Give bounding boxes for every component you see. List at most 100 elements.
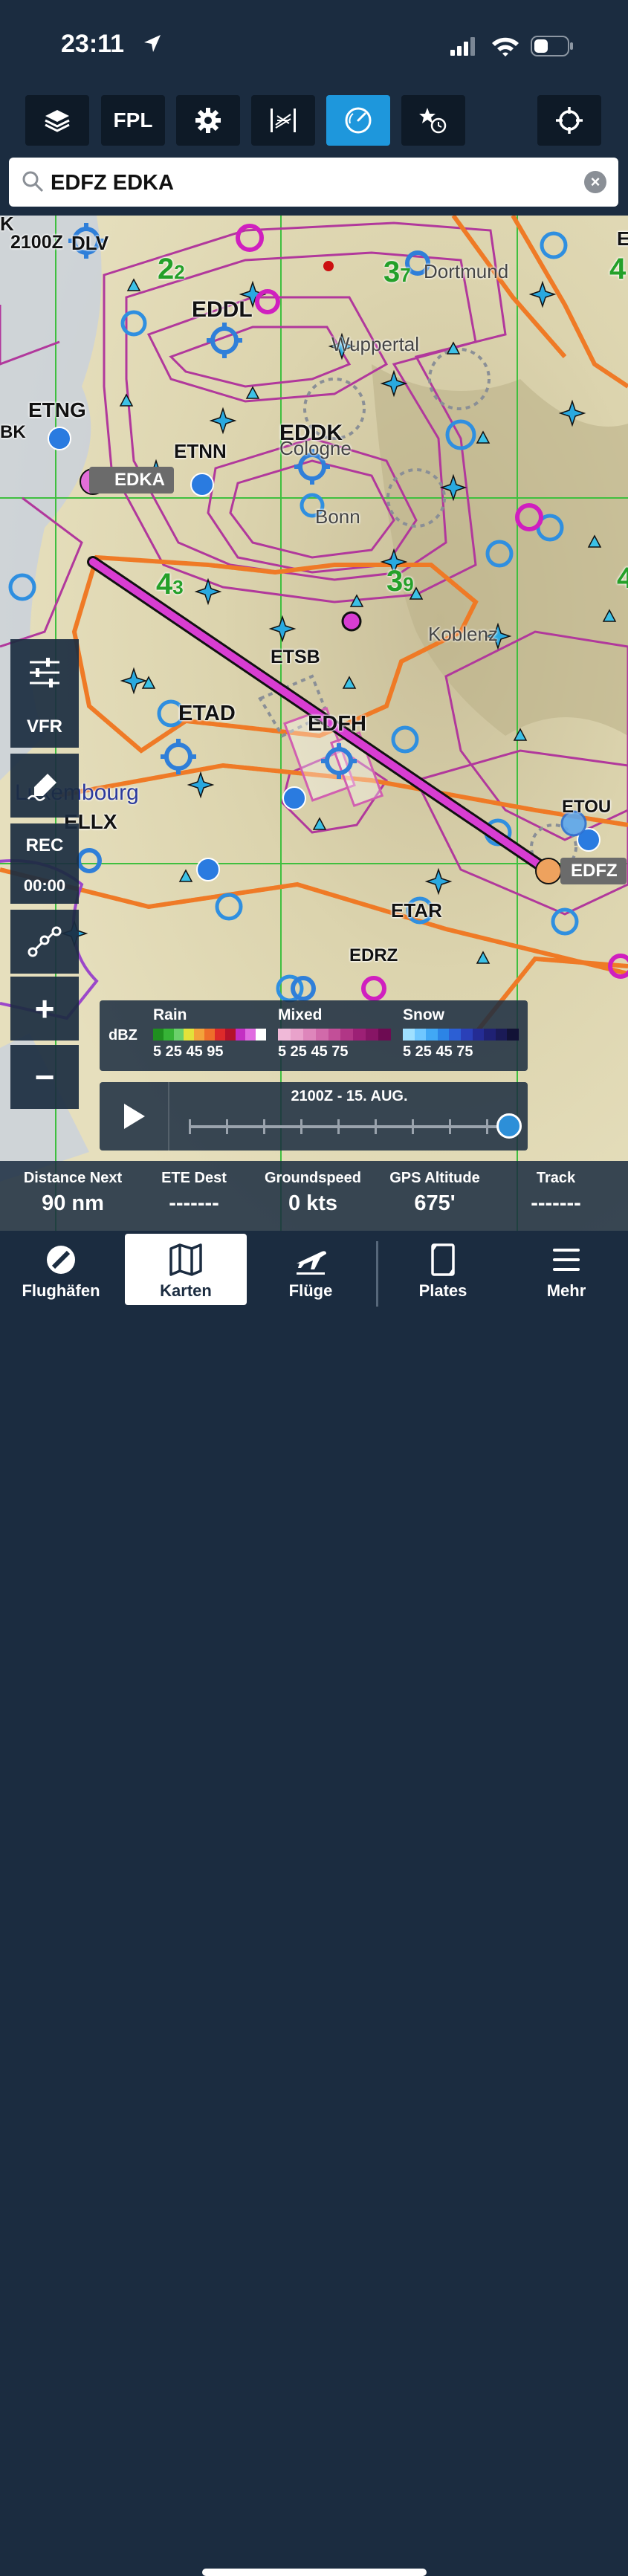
favorites-recent-button[interactable]: [401, 95, 465, 146]
slider-tick: [412, 1119, 414, 1134]
legend-rain-ticks: 5 25 45 95: [153, 1043, 224, 1060]
sliders-icon: [30, 658, 59, 687]
map-icon: [169, 1243, 202, 1276]
legend-mixed: Mixed 5 25 45 75: [278, 1006, 392, 1061]
legend-rain-bar: [153, 1029, 266, 1041]
status-bar: 23:11: [0, 0, 628, 89]
airport-label-etad[interactable]: ETAD: [178, 702, 236, 726]
legend-color-swatch: [328, 1029, 341, 1041]
mef-big: 4: [156, 568, 173, 601]
vfr-chart-button[interactable]: VFR: [10, 706, 79, 748]
record-track-button[interactable]: REC: [10, 823, 79, 868]
tab-plates[interactable]: Plates: [382, 1234, 504, 1305]
map-label-time-z: 2100Z: [10, 232, 63, 253]
zoom-in-button[interactable]: +: [10, 977, 79, 1041]
slider-tick: [189, 1119, 191, 1134]
airport-label-eddl[interactable]: EDDL: [192, 297, 253, 323]
tab-flughaefen[interactable]: Flughäfen: [0, 1234, 122, 1305]
legend-rain: Rain 5 25 45 95: [153, 1006, 266, 1061]
clear-search-button[interactable]: ×: [584, 171, 606, 193]
tab-karten[interactable]: Karten: [125, 1234, 247, 1305]
info-label: Track: [536, 1170, 576, 1186]
tab-fluege[interactable]: Flüge: [250, 1234, 372, 1305]
record-timer: 00:00: [10, 868, 79, 904]
profile-view-button[interactable]: [251, 95, 315, 146]
info-gps-altitude[interactable]: GPS Altitude 675': [379, 1170, 491, 1216]
city-label-koblenz: Koblenz: [428, 623, 498, 645]
route-tools-button[interactable]: [10, 910, 79, 974]
info-value: -------: [531, 1191, 581, 1215]
route-midpoint: [341, 611, 362, 632]
settings-button[interactable]: [176, 95, 240, 146]
slider-tick: [375, 1119, 377, 1134]
airport-label-edrz[interactable]: EDRZ: [349, 945, 398, 966]
plane-icon: [297, 1251, 326, 1275]
legend-rain-title: Rain: [153, 1006, 187, 1023]
legend-color-swatch: [214, 1029, 225, 1041]
airport-label-etar[interactable]: ETAR: [391, 899, 442, 922]
legend-color-swatch: [340, 1029, 354, 1041]
airport-label-etou[interactable]: ETOU: [562, 797, 611, 818]
legend-color-swatch: [235, 1029, 246, 1041]
pencil-scribble-icon: [27, 774, 56, 801]
legend-color-swatch: [163, 1029, 174, 1041]
tab-label: Plates: [418, 1281, 467, 1300]
mef-2-2: 22: [158, 253, 185, 286]
search-input[interactable]: [49, 164, 572, 202]
info-groundspeed[interactable]: Groundspeed 0 kts: [254, 1170, 372, 1216]
airport-label-etsb[interactable]: ETSB: [271, 647, 320, 668]
instruments-button[interactable]: [326, 95, 390, 146]
layers-button[interactable]: [25, 95, 89, 146]
legend-color-swatch: [194, 1029, 205, 1041]
wifi-icon: [492, 37, 519, 56]
info-track[interactable]: Track -------: [510, 1170, 602, 1216]
legend-snow-ticks: 5 25 45 75: [403, 1043, 473, 1060]
legend-snow-title: Snow: [403, 1006, 444, 1023]
legend-color-swatch: [353, 1029, 366, 1041]
legend-snow-bar: [403, 1029, 519, 1041]
tab-label: Mehr: [546, 1281, 586, 1300]
timeline-time-label: 2100Z - 15. AUG.: [291, 1088, 408, 1104]
fpl-label: FPL: [113, 109, 153, 132]
airport-label-etng[interactable]: ETNG: [28, 398, 86, 422]
play-button[interactable]: [100, 1082, 169, 1151]
center-location-button[interactable]: [537, 95, 601, 146]
route-nodes-icon: [27, 926, 62, 957]
layers-icon: [45, 110, 70, 132]
timeline-slider-knob[interactable]: [496, 1113, 522, 1139]
search-bar-container: ×: [0, 155, 628, 216]
zoom-out-button[interactable]: −: [10, 1045, 79, 1109]
map-settings-button[interactable]: [10, 639, 79, 706]
info-label: GPS Altitude: [389, 1170, 480, 1186]
info-ete-dest[interactable]: ETE Dest -------: [146, 1170, 242, 1216]
mef-3-7: 37: [383, 256, 411, 289]
aeronautical-map[interactable]: K 2100Z DLV EDDL Wuppertal Dortmund ETNG…: [0, 216, 628, 1231]
route-label-edfz[interactable]: EDFZ: [560, 858, 627, 884]
info-distance-next[interactable]: Distance Next 90 nm: [12, 1170, 134, 1216]
airport-label-etnn[interactable]: ETNN: [174, 440, 227, 463]
mef-number-right-top: 4: [609, 253, 627, 285]
legend-color-swatch: [449, 1029, 461, 1041]
timeline-slider[interactable]: [189, 1113, 522, 1139]
mef-small: 2: [174, 261, 185, 283]
airport-label-edfh[interactable]: EDFH: [308, 712, 366, 737]
slider-tick: [300, 1119, 302, 1134]
tab-separator: [376, 1241, 378, 1307]
tab-label: Flüge: [288, 1281, 333, 1300]
fpl-button[interactable]: FPL: [101, 95, 165, 146]
legend-color-swatch: [290, 1029, 303, 1041]
slider-tick: [337, 1119, 340, 1134]
tab-mehr[interactable]: Mehr: [505, 1234, 627, 1305]
cellular-signal-icon: [450, 37, 475, 56]
airport-icon: [47, 1246, 75, 1274]
legend-color-swatch: [414, 1029, 427, 1041]
legend-color-swatch: [173, 1029, 184, 1041]
legend-color-swatch: [366, 1029, 379, 1041]
legend-color-swatch: [184, 1029, 195, 1041]
slider-tick: [449, 1119, 451, 1134]
map-label-e-right: E: [617, 227, 628, 250]
draw-annotate-button[interactable]: [10, 754, 79, 818]
play-icon: [124, 1104, 145, 1129]
route-label-edka[interactable]: EDKA: [89, 467, 175, 493]
city-label-bonn: Bonn: [315, 505, 360, 528]
